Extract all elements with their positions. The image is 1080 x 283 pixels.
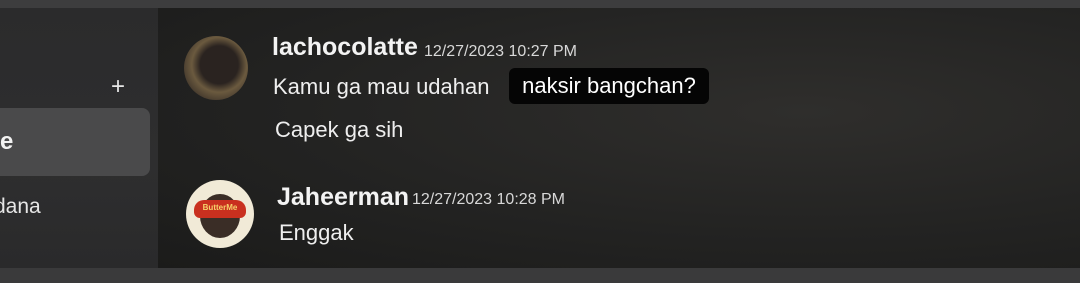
message-timestamp: 12/27/2023 10:28 PM: [412, 191, 566, 208]
top-frame-edge: [0, 0, 1080, 8]
message-text: Enggak: [279, 220, 354, 245]
sidebar-item-active-channel[interactable]: te: [0, 108, 150, 176]
bottom-frame-edge: [0, 268, 1080, 283]
message-text: Capek ga sih: [275, 117, 404, 142]
message-username[interactable]: lachocolatte: [272, 33, 418, 62]
highlighted-text: naksir bangchan?: [509, 68, 709, 104]
avatar[interactable]: [184, 36, 248, 100]
avatar[interactable]: ButterMe: [186, 180, 254, 248]
message-username[interactable]: Jaheerman: [277, 183, 409, 212]
add-channel-button[interactable]: +: [107, 75, 129, 99]
message-text: Kamu ga mau udahan: [273, 74, 490, 99]
avatar-cap-text: ButterMe: [202, 203, 238, 212]
sidebar-item-channel-2-label[interactable]: dana: [0, 195, 41, 219]
message-timestamp: 12/27/2023 10:27 PM: [424, 43, 578, 60]
sidebar-item-label: te: [0, 128, 14, 155]
